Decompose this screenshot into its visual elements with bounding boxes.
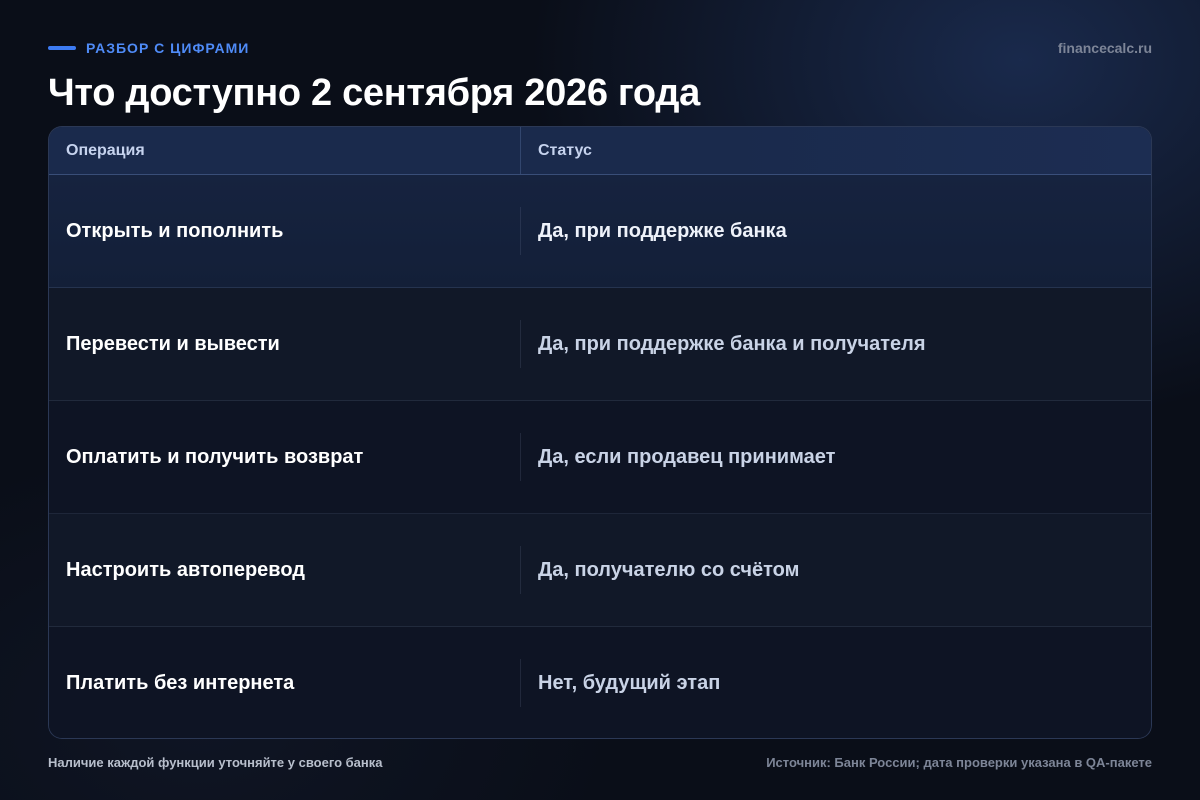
table-row: Оплатить и получить возврат Да, если про… <box>49 401 1151 514</box>
status-cell: Да, если продавец принимает <box>538 445 836 468</box>
kicker-accent-line <box>48 46 76 50</box>
status-cell: Нет, будущий этап <box>538 671 721 694</box>
table-row: Перевести и вывести Да, при поддержке ба… <box>49 288 1151 401</box>
footer-note: Наличие каждой функции уточняйте у своег… <box>48 754 383 770</box>
status-cell: Да, при поддержке банка и получателя <box>538 332 926 355</box>
page-title: Что доступно 2 сентября 2026 года <box>48 72 701 114</box>
site-name: financecalc.ru <box>1057 40 1152 56</box>
operation-cell: Настроить автоперевод <box>49 514 521 626</box>
table-header-row: Операция Статус <box>49 127 1151 175</box>
operation-cell: Открыть и пополнить <box>49 175 521 287</box>
status-cell: Да, получателю со счётом <box>538 558 800 581</box>
kicker: РАЗБОР С ЦИФРАМИ <box>48 40 249 56</box>
column-header-operation: Операция <box>49 127 521 174</box>
status-cell: Да, при поддержке банка <box>538 219 787 242</box>
table-row: Настроить автоперевод Да, получателю со … <box>49 514 1151 627</box>
table-row: Открыть и пополнить Да, при поддержке ба… <box>49 175 1151 288</box>
kicker-label: РАЗБОР С ЦИФРАМИ <box>86 40 250 56</box>
operation-cell: Оплатить и получить возврат <box>49 401 521 513</box>
top-bar: РАЗБОР С ЦИФРАМИ financecalc.ru <box>48 39 1152 57</box>
table-row: Платить без интернета Нет, будущий этап <box>49 627 1151 738</box>
column-header-status: Статус <box>538 141 592 159</box>
footer: Наличие каждой функции уточняйте у своег… <box>48 753 1152 771</box>
operation-cell: Перевести и вывести <box>49 288 521 400</box>
source-note: Источник: Банк России; дата проверки ука… <box>766 754 1152 770</box>
availability-table: Операция Статус Открыть и пополнить Да, … <box>48 126 1152 739</box>
operation-cell: Платить без интернета <box>49 627 521 738</box>
